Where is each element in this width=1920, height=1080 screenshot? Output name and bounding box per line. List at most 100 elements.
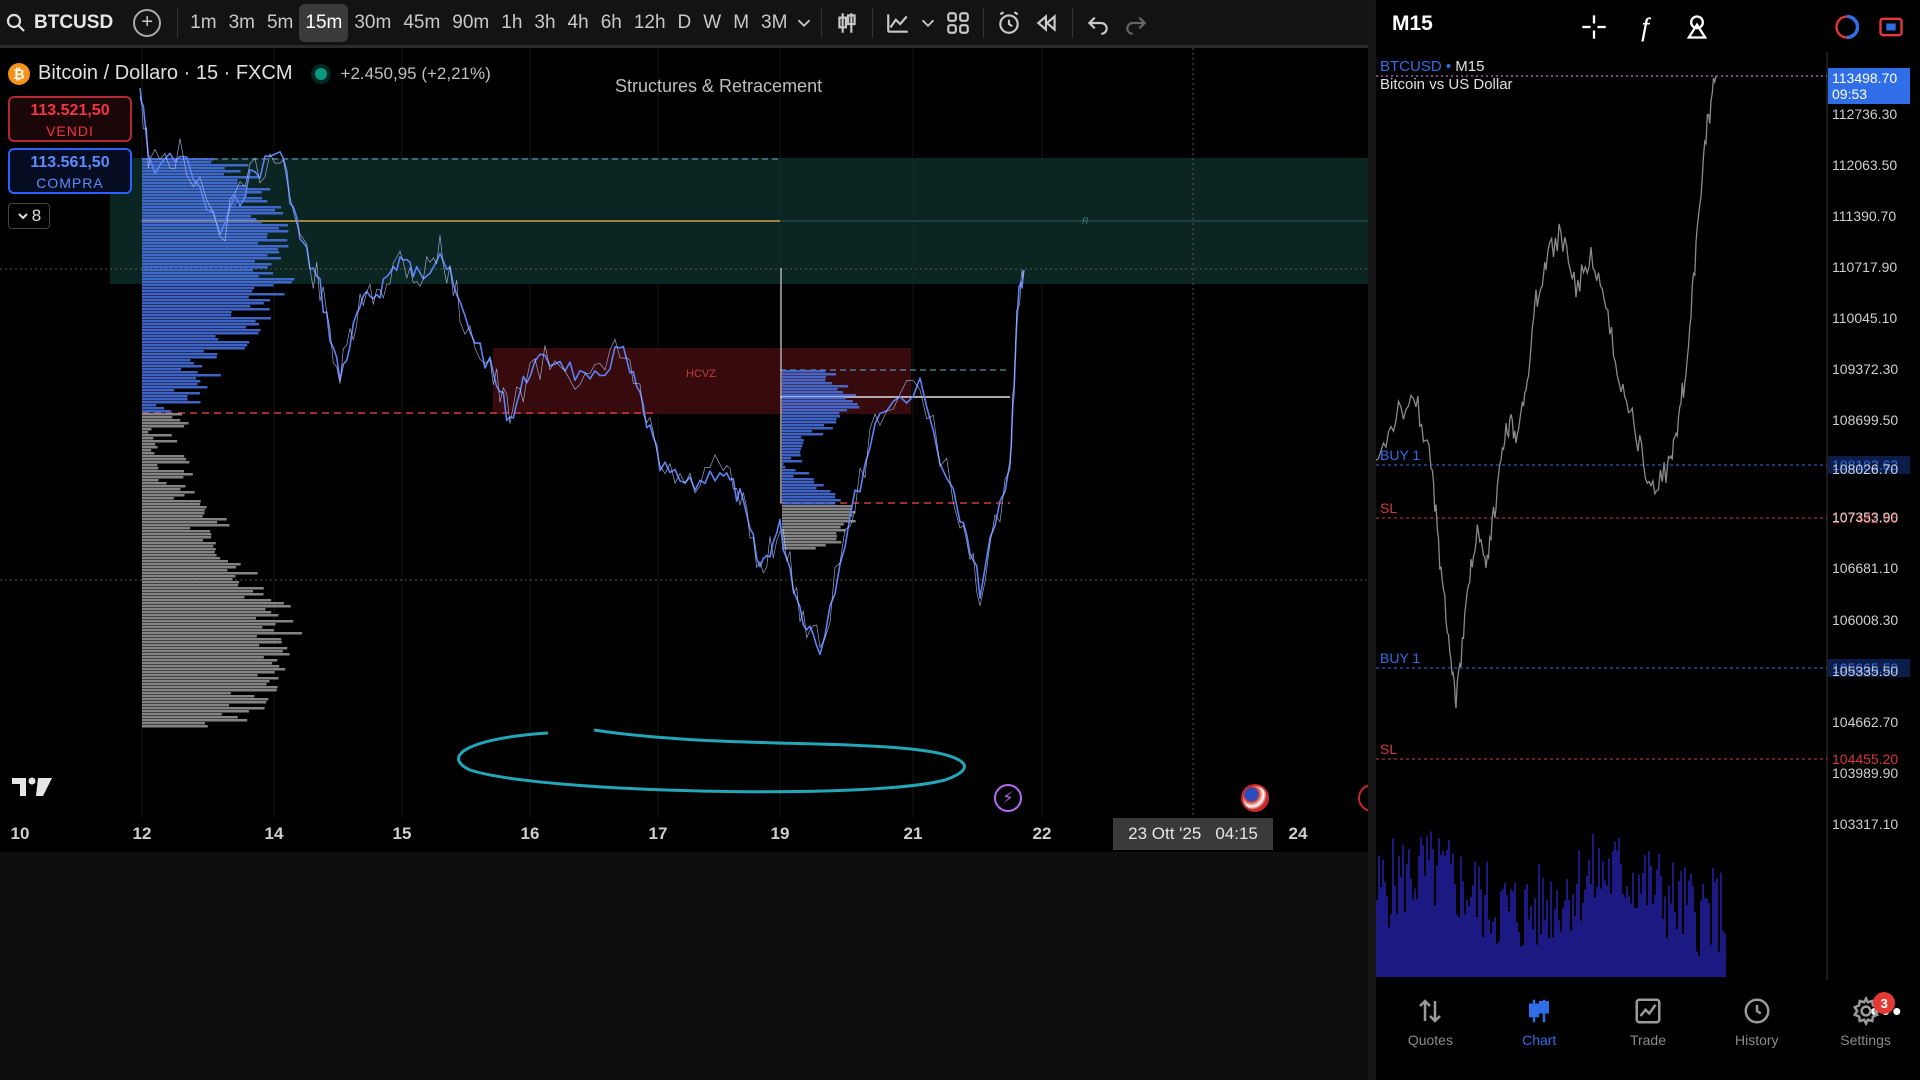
volume-bar xyxy=(142,509,205,512)
indicators-collapse-button[interactable]: 8 xyxy=(8,203,50,229)
mt-chart-canvas[interactable]: BUY 1108183.63SL107482.66BUY 1105665.50S… xyxy=(1376,52,1920,980)
timeframe-W[interactable]: W xyxy=(697,4,727,42)
volume-bar xyxy=(142,473,193,476)
nav-quotes[interactable]: Quotes xyxy=(1376,996,1485,1080)
timeframe-4h[interactable]: 4h xyxy=(562,4,595,42)
volume-bar xyxy=(1618,837,1620,977)
undo-icon[interactable] xyxy=(1079,4,1117,42)
chevron-down-icon[interactable] xyxy=(917,4,939,42)
volume-bar xyxy=(1610,894,1612,977)
timeframe-12h[interactable]: 12h xyxy=(628,4,672,42)
timeframe-1m[interactable]: 1m xyxy=(184,4,222,42)
volume-bar xyxy=(142,410,172,413)
nav-trade[interactable]: Trade xyxy=(1594,996,1703,1080)
volume-bar xyxy=(782,523,844,526)
volume-bar xyxy=(142,305,251,308)
volume-bar xyxy=(1692,885,1694,977)
timeframe-5m[interactable]: 5m xyxy=(261,4,299,42)
volume-bar xyxy=(1444,855,1446,977)
volume-bar xyxy=(142,461,190,464)
volume-bar xyxy=(142,569,228,572)
nav-settings[interactable]: Settings 3 xyxy=(1811,992,1920,1080)
volume-bar xyxy=(1432,849,1434,977)
time-tick: 22 xyxy=(1032,824,1052,843)
alert-clock-icon[interactable] xyxy=(990,4,1028,42)
timeframe-3h[interactable]: 3h xyxy=(528,4,561,42)
sell-button[interactable]: 113.521,50 VENDI xyxy=(8,96,132,142)
tradingview-logo[interactable] xyxy=(10,774,54,800)
timeframe-3M[interactable]: 3M xyxy=(755,4,793,42)
volume-bar xyxy=(782,442,804,445)
objects-icon[interactable] xyxy=(1682,12,1712,42)
crosshair-icon[interactable] xyxy=(1579,12,1609,42)
timeframe-30m[interactable]: 30m xyxy=(348,4,397,42)
volume-bar xyxy=(142,719,248,722)
volume-bar xyxy=(1612,851,1614,977)
volume-bar xyxy=(142,218,257,221)
nav-history[interactable]: History xyxy=(1702,996,1811,1080)
volume-bar xyxy=(1680,871,1682,977)
volume-bar xyxy=(1422,845,1424,977)
account-icon[interactable] xyxy=(1876,12,1906,42)
volume-bar xyxy=(1574,916,1576,977)
redo-icon[interactable] xyxy=(1117,4,1155,42)
chevron-down-icon[interactable] xyxy=(793,4,815,42)
timeframe-45m[interactable]: 45m xyxy=(397,4,446,42)
timeframe-M[interactable]: M xyxy=(727,4,755,42)
price-chart[interactable]: R HCVZ ₿ Bitcoin / Dollaro · 15 · FXCM +… xyxy=(0,48,1386,848)
timeframe-1h[interactable]: 1h xyxy=(495,4,528,42)
mt-chart[interactable]: BUY 1 108183.63 SL 107482.66 BUY 1 105665.50 S… xyxy=(1376,52,1920,1026)
volume-bar xyxy=(1662,918,1664,977)
us-flag-event-icon[interactable] xyxy=(1241,784,1269,812)
symbol-search[interactable]: BTCUSD xyxy=(0,12,123,34)
nav-chart[interactable]: Chart xyxy=(1485,996,1594,1080)
volume-bar xyxy=(142,344,248,347)
volume-bar xyxy=(142,491,195,494)
volume-bar xyxy=(1400,876,1402,977)
volume-bar xyxy=(142,485,186,488)
volume-bar xyxy=(1464,914,1466,977)
volume-bar xyxy=(142,248,279,251)
volume-bar xyxy=(1710,944,1712,977)
volume-bar xyxy=(142,269,254,272)
volume-bar xyxy=(1576,884,1578,977)
time-axis[interactable]: 10 12 14 15 16 17 19 21 22 24 23 Ott '25 04:15 xyxy=(0,818,1368,852)
volume-bar xyxy=(1686,904,1688,977)
volume-bar xyxy=(142,452,155,455)
price-axis: 112736.30 112063.50 111390.70 110717.90 1100… xyxy=(1832,106,1898,832)
volume-bar xyxy=(1622,894,1624,977)
lightning-event-icon[interactable]: ⚡ xyxy=(994,784,1022,812)
timeframe-3m[interactable]: 3m xyxy=(223,4,261,42)
timeframe-90m[interactable]: 90m xyxy=(446,4,495,42)
add-symbol-icon[interactable]: + xyxy=(133,8,162,37)
volume-bar xyxy=(142,383,198,386)
timeframe-15m[interactable]: 15m xyxy=(299,3,349,42)
volume-bar xyxy=(1644,855,1646,977)
volume-bar xyxy=(1702,883,1704,977)
price-tick: 103317.10 xyxy=(1832,816,1898,832)
chart-canvas[interactable]: R HCVZ xyxy=(0,48,1368,818)
buy-button[interactable]: 113.561,50 COMPRA xyxy=(8,148,132,194)
crosshair-date: 23 Ott '25 xyxy=(1128,824,1202,843)
timeframe-D[interactable]: D xyxy=(672,4,698,42)
drawn-ellipse[interactable] xyxy=(457,728,966,794)
function-icon[interactable]: ƒ xyxy=(1630,12,1660,42)
timeframe-6h[interactable]: 6h xyxy=(595,4,628,42)
volume-bar xyxy=(1546,899,1548,977)
time-tick: 19 xyxy=(770,824,790,843)
volume-bar xyxy=(1636,907,1638,977)
candles-style-icon[interactable] xyxy=(828,4,866,42)
replay-icon[interactable] xyxy=(1028,4,1066,42)
volume-bar xyxy=(142,335,216,338)
timeframe-button[interactable]: M15 xyxy=(1392,12,1433,36)
trade-signal-icon[interactable] xyxy=(1832,12,1862,42)
volume-bar xyxy=(142,698,269,701)
volume-bar xyxy=(1390,914,1392,977)
volume-bar xyxy=(1446,849,1448,977)
volume-bar xyxy=(142,572,258,575)
divider xyxy=(177,7,179,38)
volume-bar xyxy=(1376,900,1378,977)
indicators-icon[interactable] xyxy=(879,4,917,42)
volume-bar xyxy=(1724,933,1726,977)
layout-grid-icon[interactable] xyxy=(939,4,977,42)
